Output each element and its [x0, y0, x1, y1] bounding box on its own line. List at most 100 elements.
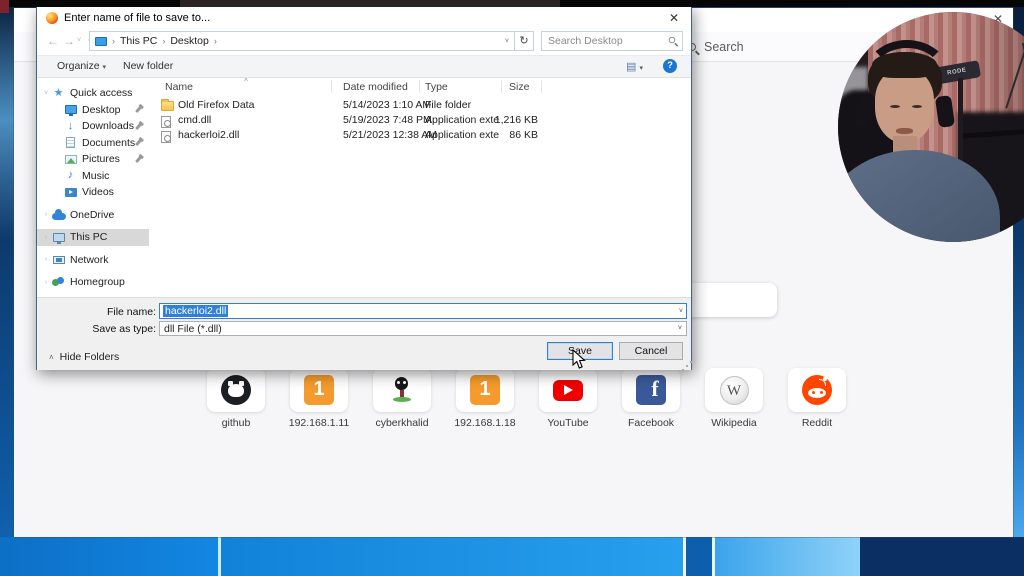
dialog-title: Enter name of file to save to... — [64, 12, 660, 24]
shortcut-192-168-1-18[interactable]: 1192.168.1.18 — [456, 368, 514, 412]
sidebar-item-this-pc[interactable]: ›This PC — [37, 229, 149, 246]
file-row-old-firefox-data[interactable]: Old Firefox Data 5/14/2023 1:10 AMFile fo… — [149, 98, 691, 113]
expand-chevron-icon[interactable]: › — [41, 279, 51, 286]
sidebar-item-label: Pictures — [82, 153, 120, 165]
one-icon[interactable]: 1 — [290, 368, 348, 412]
save-as-type-select[interactable]: dll File (*.dll) ˅ — [159, 321, 687, 336]
dialog-titlebar[interactable]: Enter name of file to save to... ✕ — [37, 7, 691, 28]
file-size: 1,216 KB — [459, 114, 538, 126]
dialog-footer: File name: hackerloi2.dll ˅ Save as type… — [37, 297, 691, 370]
sidebar-item-onedrive[interactable]: ›OneDrive — [37, 207, 149, 224]
wallpaper-logo-panel — [221, 537, 683, 576]
shortcut-github[interactable]: github — [207, 368, 265, 412]
shortcut-youtube[interactable]: YouTube — [539, 368, 597, 412]
dialog-toolbar: Organize ▾ New folder ▤ ▾ ? — [37, 55, 691, 78]
caret-icon: ▾ — [639, 65, 643, 72]
recent-locations-icon[interactable]: ˅ — [77, 37, 81, 44]
dialog-close-button[interactable]: ✕ — [666, 11, 682, 25]
column-date-modified[interactable]: Date modified — [343, 81, 408, 93]
back-icon[interactable]: ← — [47, 34, 59, 48]
sidebar-item-homegroup[interactable]: › Homegroup — [37, 274, 149, 291]
sidebar-item-label: Documents — [82, 137, 135, 149]
sidebar-item-desktop[interactable]: Desktop — [37, 102, 149, 119]
breadcrumb-this-pc[interactable]: This PC — [120, 35, 157, 47]
sidebar-item-label: Homegroup — [70, 276, 125, 288]
sidebar-item-downloads[interactable]: ↓Downloads — [37, 118, 149, 135]
column-name[interactable]: Name — [165, 81, 193, 93]
wallpaper-logo-panel — [0, 537, 218, 576]
file-name: hackerloi2.dll — [178, 129, 239, 141]
file-name-input[interactable]: hackerloi2.dll ˅ — [159, 303, 687, 319]
microphone-stand — [958, 78, 963, 168]
shortcut-wikipedia[interactable]: WWikipedia — [705, 368, 763, 412]
shortcut-label: Wikipedia — [692, 417, 776, 429]
sidebar-item-label: Network — [70, 254, 109, 266]
reddit-icon[interactable] — [788, 368, 846, 412]
sidebar-item-pictures[interactable]: Pictures — [37, 151, 149, 168]
file-type: File folder — [425, 99, 499, 111]
sidebar-item-documents[interactable]: Documents — [37, 135, 149, 152]
dialog-main: ˅★Quick access Desktop ↓Downloads Documents… — [37, 78, 691, 297]
wikipedia-icon[interactable]: W — [705, 368, 763, 412]
search-desktop-input[interactable]: Search Desktop — [541, 31, 683, 51]
expand-chevron-icon[interactable]: ˅ — [41, 90, 51, 97]
file-name: Old Firefox Data — [178, 99, 254, 111]
shortcut-tiles: github 1192.168.1.11 cyberkhalid 1192.168.1… — [207, 368, 871, 412]
shortcut-label: 192.168.1.18 — [443, 417, 527, 429]
hide-folders-button[interactable]: ˄ Hide Folders — [49, 351, 119, 363]
person-eye — [890, 105, 900, 108]
picture-icon — [63, 155, 78, 164]
pin-icon — [135, 156, 142, 163]
one-icon[interactable]: 1 — [456, 368, 514, 412]
chevron-down-icon[interactable]: ˅ — [679, 308, 683, 315]
save-as-type-value: dll File (*.dll) — [164, 323, 222, 335]
address-dropdown-icon[interactable]: ˅ — [505, 38, 509, 45]
sidebar-item-videos[interactable]: Videos — [37, 184, 149, 201]
pin-icon — [135, 123, 142, 130]
youtube-icon[interactable] — [539, 368, 597, 412]
breadcrumb-separator: › — [112, 36, 115, 46]
cyberkhalid-icon[interactable] — [373, 368, 431, 412]
sidebar-item-label: Desktop — [82, 104, 121, 116]
help-button[interactable]: ? — [663, 59, 677, 73]
file-date-modified: 5/14/2023 1:10 AM — [343, 99, 431, 111]
organize-menu[interactable]: Organize ▾ — [57, 60, 106, 72]
column-type[interactable]: Type — [425, 81, 448, 93]
column-size[interactable]: Size — [509, 81, 529, 93]
breadcrumb-desktop[interactable]: Desktop — [170, 35, 209, 47]
github-icon[interactable] — [207, 368, 265, 412]
facebook-icon[interactable]: f — [622, 368, 680, 412]
dialog-navbar: ← → ˅ ↑ › This PC › Desktop › ˅ ↻ Search… — [37, 28, 691, 55]
music-icon: ♪ — [63, 170, 78, 181]
shortcut-facebook[interactable]: fFacebook — [622, 368, 680, 412]
mouse-cursor — [572, 349, 586, 375]
sidebar-item-quick-access[interactable]: ˅★Quick access — [37, 85, 149, 102]
cancel-button[interactable]: Cancel — [619, 342, 683, 360]
file-name: cmd.dll — [178, 114, 211, 126]
sidebar-item-network[interactable]: › Network — [37, 252, 149, 269]
expand-chevron-icon[interactable]: › — [41, 256, 51, 263]
address-bar[interactable]: › This PC › Desktop › ˅ — [89, 31, 515, 51]
sidebar-item-label: Quick access — [70, 87, 132, 99]
save-file-dialog: Enter name of file to save to... ✕ ← → ˅… — [36, 6, 692, 370]
shortcut-reddit[interactable]: Reddit — [788, 368, 846, 412]
file-row-cmd-dll[interactable]: cmd.dll5/19/2023 7:48 PMApplication exte… — [149, 113, 691, 128]
file-date-modified: 5/21/2023 12:38 AM — [343, 129, 437, 141]
homegroup-icon — [51, 277, 66, 287]
sidebar-item-music[interactable]: ♪Music — [37, 168, 149, 185]
expand-chevron-icon[interactable]: › — [41, 211, 51, 218]
chevron-down-icon[interactable]: ˅ — [678, 325, 682, 332]
breadcrumb-separator: › — [214, 36, 217, 46]
resize-grip[interactable] — [686, 365, 688, 367]
expand-chevron-icon[interactable]: › — [41, 234, 51, 241]
new-folder-button[interactable]: New folder — [123, 60, 173, 72]
forward-icon[interactable]: → — [63, 34, 75, 48]
shortcut-192-168-1-11[interactable]: 1192.168.1.11 — [290, 368, 348, 412]
browser-search-bar[interactable]: Search — [688, 40, 744, 54]
shortcut-cyberkhalid[interactable]: cyberkhalid — [373, 368, 431, 412]
refresh-button[interactable]: ↻ — [515, 31, 534, 51]
pin-icon — [135, 106, 142, 113]
change-view-button[interactable]: ▤ ▾ — [626, 60, 643, 73]
breadcrumb-separator: › — [162, 36, 165, 46]
file-row-hackerloi2-dll[interactable]: hackerloi2.dll5/21/2023 12:38 AMApplicat… — [149, 128, 691, 143]
